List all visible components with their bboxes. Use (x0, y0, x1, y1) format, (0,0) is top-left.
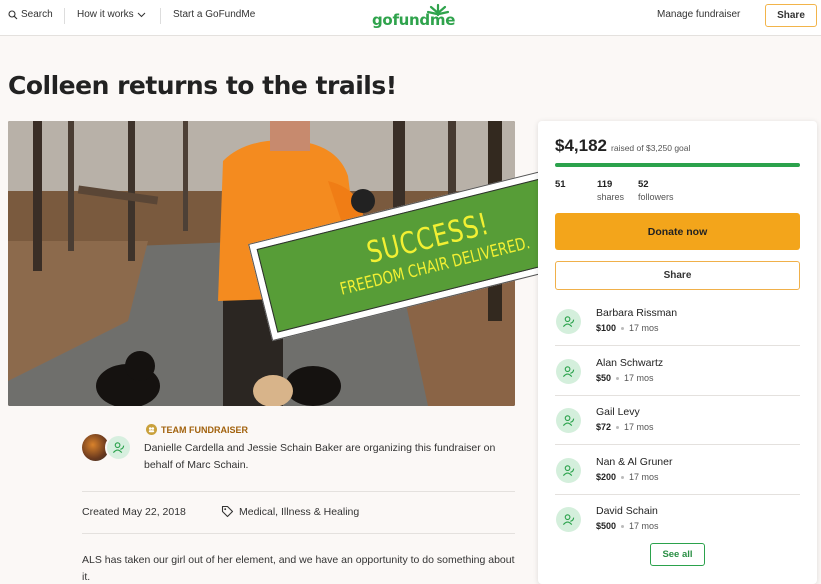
progress-fill (555, 163, 800, 167)
stat-label: followers (638, 192, 674, 202)
donation-item: Gail Levy $72 17 mos (555, 395, 800, 445)
stat-value: 119 (597, 179, 613, 190)
stat-value: 52 (638, 179, 649, 190)
stat-shares: 119 shares (597, 179, 624, 203)
progress-bar (555, 163, 800, 167)
avatar (105, 434, 132, 461)
tag-icon (221, 505, 234, 518)
donation-meta: $100 17 mos (596, 323, 659, 333)
category-label: Medical, Illness & Healing (239, 505, 360, 518)
separator-dot (616, 376, 620, 380)
search-link[interactable]: Search (8, 9, 53, 20)
donor-avatar-icon (556, 507, 581, 532)
separator-dot (621, 475, 625, 479)
separator-dot (616, 425, 620, 429)
header-share-button[interactable]: Share (765, 4, 817, 27)
donation-sidebar: $4,182 raised of $3,250 goal 51 119 shar… (538, 121, 817, 584)
donation-amount: $50 (596, 373, 612, 383)
donation-item: Alan Schwartz $50 17 mos (555, 346, 800, 396)
donation-amount: $72 (596, 422, 612, 432)
donation-amount: $200 (596, 472, 617, 482)
divider (82, 491, 515, 492)
user-leaf-icon (112, 442, 125, 453)
raised-amount: $4,182 (555, 136, 607, 155)
top-nav: Search How it works Start a GoFundMe gof… (0, 0, 821, 36)
nav-divider (64, 8, 65, 24)
donor-avatar-icon (556, 309, 581, 334)
donation-meta: $500 17 mos (596, 521, 659, 531)
how-it-works-menu[interactable]: How it works (77, 9, 146, 20)
organizer-text: Danielle Cardella and Jessie Schain Bake… (144, 442, 496, 471)
campaign-story: ALS has taken our girl out of her elemen… (82, 554, 515, 583)
team-label-text: TEAM FUNDRAISER (161, 424, 248, 435)
donor-name: Barbara Rissman (596, 307, 678, 319)
donation-meta: $200 17 mos (596, 472, 659, 482)
logo-sprout-icon (426, 3, 450, 16)
how-it-works-label: How it works (77, 9, 134, 20)
donor-name: David Schain (596, 505, 658, 517)
donation-time: 17 mos (624, 373, 654, 383)
chevron-down-icon (137, 12, 146, 17)
start-gofundme-link[interactable]: Start a GoFundMe (173, 9, 255, 20)
donation-time: 17 mos (629, 521, 659, 531)
donor-name: Alan Schwartz (596, 357, 664, 369)
donate-now-button[interactable]: Donate now (555, 213, 800, 250)
category-link[interactable]: Medical, Illness & Healing (221, 505, 359, 518)
donation-item: Barbara Rissman $100 17 mos (555, 296, 800, 346)
donor-name: Nan & Al Gruner (596, 456, 673, 468)
created-date: Created May 22, 2018 (82, 506, 186, 518)
nav-divider (160, 8, 161, 24)
donation-amount: $100 (596, 323, 617, 333)
donation-meta: $72 17 mos (596, 422, 654, 432)
see-all-button[interactable]: See all (650, 543, 705, 566)
donation-item: David Schain $500 17 mos (555, 494, 800, 544)
donation-amount: $500 (596, 521, 617, 531)
donor-avatar-icon (556, 408, 581, 433)
donation-meta: $50 17 mos (596, 373, 654, 383)
page-title: Colleen returns to the trails! (8, 71, 397, 100)
search-label: Search (21, 9, 53, 20)
stat-donations: 51 (555, 179, 566, 191)
donor-name: Gail Levy (596, 406, 640, 418)
raised-goal: raised of $3,250 goal (611, 143, 691, 153)
donation-item: Nan & Al Gruner $200 17 mos (555, 445, 800, 495)
team-icon (146, 424, 157, 435)
donor-avatar-icon (556, 359, 581, 384)
manage-fundraiser-link[interactable]: Manage fundraiser (657, 9, 740, 20)
stat-followers: 52 followers (638, 179, 674, 203)
donation-time: 17 mos (624, 422, 654, 432)
separator-dot (621, 524, 625, 528)
amount-raised: $4,182 raised of $3,250 goal (555, 136, 690, 156)
donor-avatar-icon (556, 458, 581, 483)
organizer-avatars[interactable] (82, 432, 132, 462)
divider (82, 533, 515, 534)
share-button[interactable]: Share (555, 261, 800, 290)
search-icon (8, 9, 18, 19)
stat-label: shares (597, 192, 625, 202)
donation-time: 17 mos (629, 472, 659, 482)
separator-dot (621, 326, 625, 330)
stat-value: 51 (555, 179, 566, 190)
donation-time: 17 mos (629, 323, 659, 333)
team-fundraiser-label: TEAM FUNDRAISER (146, 424, 248, 435)
